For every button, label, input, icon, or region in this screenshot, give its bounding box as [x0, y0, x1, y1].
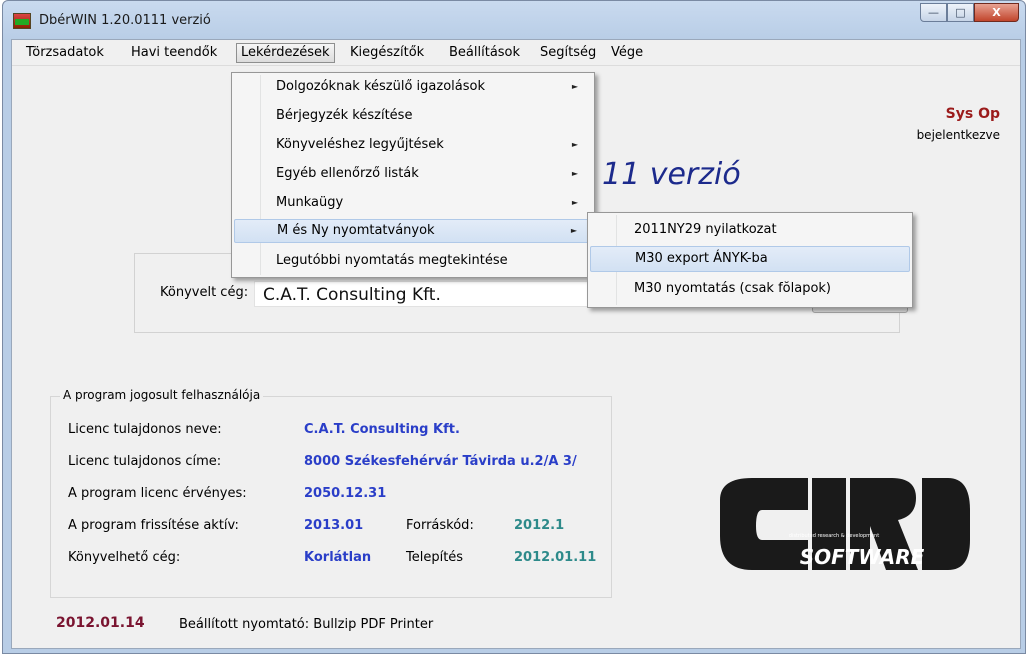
submenu-item-m30-nyomtatas[interactable]: M30 nyomtatás (csak fŏlapok): [590, 276, 910, 302]
dropdown-item-igazolasok[interactable]: Dolgozóknak készülő igazolások ►: [234, 75, 592, 99]
dropdown-item-label: Legutóbbi nyomtatás megtekintése: [276, 253, 508, 268]
minimize-button[interactable]: —: [920, 3, 947, 22]
status-printer: Beállított nyomtató: Bullzip PDF Printer: [179, 617, 434, 632]
submenu-arrow-icon: ►: [571, 82, 578, 91]
licence-owner-label: Licenc tulajdonos neve:: [68, 422, 222, 437]
menu-vege[interactable]: Vége: [607, 44, 647, 62]
submenu-arrow-icon: ►: [570, 226, 577, 235]
submenu-arrow-icon: ►: [571, 169, 578, 178]
title-bar[interactable]: DbérWIN 1.20.0111 verzió — □ X: [3, 1, 1025, 39]
company-count-label: Könyvelhető cég:: [68, 550, 181, 565]
menu-torzsadatok[interactable]: Törzsadatok: [22, 44, 108, 62]
licence-address-value: 8000 Székesfehérvár Távirda u.2/A 3/: [304, 454, 577, 469]
menu-beallitasok[interactable]: Beállítások: [445, 44, 524, 62]
logo-tagline: distributed research & development: [789, 533, 879, 539]
dropdown-item-label: Munkaügy: [276, 195, 344, 210]
maximize-button[interactable]: □: [947, 3, 974, 22]
update-active-value: 2013.01: [304, 518, 364, 533]
m-es-ny-submenu: 2011NY29 nyilatkozat M30 export ÁNYK-ba …: [587, 212, 913, 308]
submenu-item-2011ny29[interactable]: 2011NY29 nyilatkozat: [590, 217, 910, 243]
dropdown-item-konyveles[interactable]: Könyveléshez legyűjtések ►: [234, 133, 592, 157]
company-count-value: Korlátlan: [304, 550, 372, 565]
install-value: 2012.01.11: [514, 550, 597, 565]
licence-panel-title: A program jogosult felhasználója: [60, 388, 264, 402]
menu-bar: Törzsadatok Havi teendők Lekérdezések Ki…: [12, 40, 1020, 66]
submenu-item-m30-export[interactable]: M30 export ÁNYK-ba: [590, 246, 910, 272]
user-status: bejelentkezve: [916, 128, 1000, 142]
licence-owner-value: C.A.T. Consulting Kft.: [304, 422, 460, 437]
lekerdezesek-dropdown: Dolgozóknak készülő igazolások ► Bérjegy…: [231, 72, 595, 278]
submenu-arrow-icon: ►: [571, 140, 578, 149]
menu-havi-teendok[interactable]: Havi teendők: [127, 44, 221, 62]
dropdown-item-label: M és Ny nyomtatványok: [277, 223, 435, 238]
update-active-label: A program frissítése aktív:: [68, 518, 239, 533]
window-title: DbérWIN 1.20.0111 verzió: [39, 13, 211, 28]
licence-valid-value: 2050.12.31: [304, 486, 387, 501]
dropdown-item-ellenorzo-listak[interactable]: Egyéb ellenőrző listák ►: [234, 162, 592, 186]
user-name: Sys Op: [945, 106, 1000, 122]
dropdown-item-berjegyzek[interactable]: Bérjegyzék készítése: [234, 104, 592, 128]
dropdown-item-munkaugy[interactable]: Munkaügy ►: [234, 191, 592, 215]
dropdown-item-label: Könyveléshez legyűjtések: [276, 137, 444, 152]
licence-valid-label: A program licenc érvényes:: [68, 486, 247, 501]
dropdown-item-label: Bérjegyzék készítése: [276, 108, 413, 123]
dropdown-item-legutobbi-nyomtatas[interactable]: Legutóbbi nyomtatás megtekintése: [234, 249, 592, 273]
dropdown-item-m-es-ny[interactable]: M és Ny nyomtatványok ►: [234, 219, 592, 243]
window-controls: — □ X: [920, 3, 1019, 22]
close-button[interactable]: X: [974, 3, 1019, 22]
install-label: Telepítés: [406, 550, 464, 565]
status-date: 2012.01.14: [56, 615, 145, 631]
dropdown-item-label: Egyéb ellenőrző listák: [276, 166, 419, 181]
company-label: Könyvelt cég:: [160, 285, 249, 300]
source-code-label: Forráskód:: [406, 518, 474, 533]
menu-kiegeszitok[interactable]: Kiegészítők: [346, 44, 428, 62]
version-heading: 11 verzió: [602, 157, 741, 192]
menu-segitseg[interactable]: Segítség: [536, 44, 600, 62]
source-code-value: 2012.1: [514, 518, 565, 533]
app-icon[interactable]: [13, 13, 31, 29]
dropdown-item-label: Dolgozóknak készülő igazolások: [276, 79, 485, 94]
menu-lekerdezesek[interactable]: Lekérdezések: [236, 43, 335, 63]
drd-software-logo: distributed research & development SOFTW…: [720, 478, 970, 570]
submenu-arrow-icon: ►: [571, 198, 578, 207]
logo-text: SOFTWARE: [800, 545, 925, 569]
licence-address-label: Licenc tulajdonos címe:: [68, 454, 222, 469]
